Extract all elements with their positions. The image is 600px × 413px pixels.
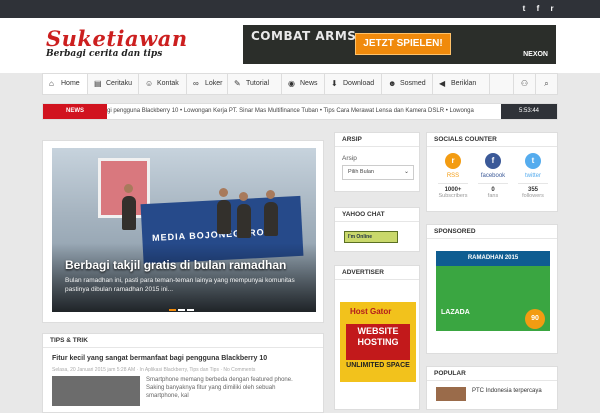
- nav-divider: [489, 74, 490, 94]
- ticker-clock: 5:53:44: [501, 104, 557, 119]
- advertiser-offer: UNLIMITED SPACE: [346, 362, 410, 369]
- social-twitter[interactable]: t twitter 355 followers: [514, 153, 552, 199]
- slide-person-head: [239, 192, 248, 201]
- sponsored-header: RAMADHAN 2015: [436, 251, 550, 266]
- sponsored-badge: 90: [525, 309, 545, 329]
- popular-thumbnail: [436, 387, 466, 401]
- popular-panel: POPULAR PTC Indonesia terpercaya: [426, 366, 558, 410]
- nav-item-download[interactable]: ⬇ Download: [325, 74, 381, 94]
- slide-person: [122, 196, 136, 230]
- pencil-icon: ✎: [234, 79, 241, 88]
- advertiser-banner[interactable]: Host Gator WEBSITE HOSTING UNLIMITED SPA…: [340, 302, 416, 382]
- advertiser-brand: Host Gator: [350, 307, 392, 316]
- book-icon: ▤: [94, 79, 102, 88]
- ad-game-title: COMBAT ARMS: [251, 29, 357, 43]
- slide-dot[interactable]: [187, 309, 194, 311]
- users-icon: ☺: [145, 79, 154, 88]
- nav-item-ceritaku[interactable]: ▤ Ceritaku: [88, 74, 138, 94]
- yahoo-panel: YAHOO CHAT I'm Online: [334, 207, 420, 252]
- divider: [478, 183, 508, 184]
- link-icon: ∞: [193, 79, 199, 88]
- nav-item-loker[interactable]: ∞ Loker: [187, 74, 227, 94]
- slide-person-head: [219, 188, 228, 197]
- arsip-title: ARSIP: [335, 133, 419, 147]
- divider: [518, 183, 548, 184]
- featured-slider[interactable]: MEDIA BOJONEGORO Berbagi takjil gratis d…: [52, 148, 316, 312]
- nav-item-news[interactable]: ◉ News: [282, 74, 324, 94]
- slide-dot[interactable]: [169, 309, 176, 311]
- tips-title: TIPS & TRIK: [43, 334, 323, 348]
- twitter-icon[interactable]: t: [518, 3, 530, 15]
- news-ticker: NEWS gi pengguna Blackberry 10 • Lowonga…: [42, 103, 558, 120]
- social-rss[interactable]: r RSS 1000+ Subscribers: [434, 153, 472, 199]
- advertiser-panel: ADVERTISER Host Gator WEBSITE HOSTING UN…: [334, 265, 420, 410]
- ticker-label: NEWS: [43, 104, 107, 119]
- chevron-down-icon: ⌄: [403, 169, 409, 175]
- user-icon[interactable]: ⚇: [513, 74, 535, 94]
- megaphone-icon: ◀: [439, 79, 446, 88]
- arsip-panel: ARSIP Arsip Pilih Bulan ⌄: [334, 132, 420, 192]
- slide-person-head: [124, 184, 133, 193]
- social-facebook[interactable]: f facebook 0 fans: [474, 153, 512, 199]
- tips-post-excerpt: Smartphone memang berbeda dengan feature…: [146, 377, 293, 399]
- rss-icon: r: [445, 153, 461, 169]
- main-nav: ⌂ Home ▤ Ceritaku ☺ Kontak ∞ Loker ✎ Tutorial…: [42, 73, 558, 95]
- yahoo-title: YAHOO CHAT: [335, 208, 419, 222]
- home-icon: ⌂: [49, 79, 54, 88]
- site-header: Suketiawan Berbagi cerita dan tips COMBA…: [0, 18, 600, 73]
- slide-indicators: [169, 306, 196, 312]
- slide-person: [264, 202, 278, 236]
- advertiser-headline: WEBSITE HOSTING: [346, 324, 410, 360]
- tips-panel: TIPS & TRIK Fitur kecil yang sangat berm…: [42, 333, 324, 413]
- rss-icon[interactable]: r: [546, 3, 558, 15]
- yahoo-status-badge[interactable]: I'm Online: [344, 231, 398, 243]
- tips-post-meta: Selasa, 20 Januari 2015 jam 5:28 AM · In…: [52, 367, 256, 373]
- download-icon: ⬇: [331, 79, 338, 88]
- divider: [438, 183, 468, 184]
- sponsored-title: SPONSORED: [427, 225, 557, 239]
- arsip-select[interactable]: Pilih Bulan ⌄: [342, 165, 414, 180]
- ticker-items[interactable]: gi pengguna Blackberry 10 • Lowongan Ker…: [107, 104, 497, 119]
- popular-item-title[interactable]: PTC Indonesia terpercaya: [472, 388, 542, 394]
- advertiser-title: ADVERTISER: [335, 266, 419, 280]
- site-logo[interactable]: Suketiawan Berbagi cerita dan tips: [46, 26, 188, 59]
- slide-person-head: [266, 190, 275, 199]
- arsip-label: Arsip: [342, 155, 357, 162]
- facebook-icon: f: [485, 153, 501, 169]
- sponsored-panel: SPONSORED RAMADHAN 2015 LAZADA 90: [426, 224, 558, 354]
- sponsored-brand: LAZADA: [441, 309, 470, 316]
- slide-dot[interactable]: [178, 309, 185, 311]
- nav-item-beriklan[interactable]: ◀ Beriklan: [433, 74, 489, 94]
- slide-person: [237, 204, 251, 238]
- slide-person: [217, 200, 231, 234]
- top-bar: t f r: [0, 0, 600, 18]
- nav-item-sosmed[interactable]: ☻ Sosmed: [382, 74, 432, 94]
- facebook-icon[interactable]: f: [532, 3, 544, 15]
- nav-item-kontak[interactable]: ☺ Kontak: [139, 74, 186, 94]
- socials-title: SOCIALS COUNTER: [427, 133, 557, 147]
- sponsored-banner[interactable]: RAMADHAN 2015 LAZADA 90: [436, 251, 550, 331]
- tips-post-thumbnail[interactable]: [52, 376, 140, 406]
- nav-item-tutorial[interactable]: ✎ Tutorial: [228, 74, 281, 94]
- search-icon[interactable]: ⌕: [535, 74, 557, 94]
- popular-title: POPULAR: [427, 367, 557, 381]
- signal-icon: ◉: [288, 79, 295, 88]
- tips-post-title[interactable]: Fitur kecil yang sangat bermanfaat bagi …: [52, 355, 267, 362]
- twitter-icon: t: [525, 153, 541, 169]
- header-ad-banner[interactable]: COMBAT ARMS JETZT SPIELEN! NEXON: [243, 25, 556, 64]
- site-title[interactable]: Suketiawan: [46, 26, 188, 51]
- ad-brand: NEXON: [523, 51, 548, 58]
- ad-play-button[interactable]: JETZT SPIELEN!: [355, 33, 451, 55]
- socials-panel: SOCIALS COUNTER r RSS 1000+ Subscribers …: [426, 132, 558, 212]
- slide-caption[interactable]: Berbagi takjil gratis di bulan ramadhan: [65, 258, 286, 272]
- smile-icon: ☻: [388, 79, 397, 88]
- nav-item-home[interactable]: ⌂ Home: [43, 74, 87, 94]
- slide-description: Bulan ramadhan ini, pasti para teman-tem…: [65, 277, 295, 293]
